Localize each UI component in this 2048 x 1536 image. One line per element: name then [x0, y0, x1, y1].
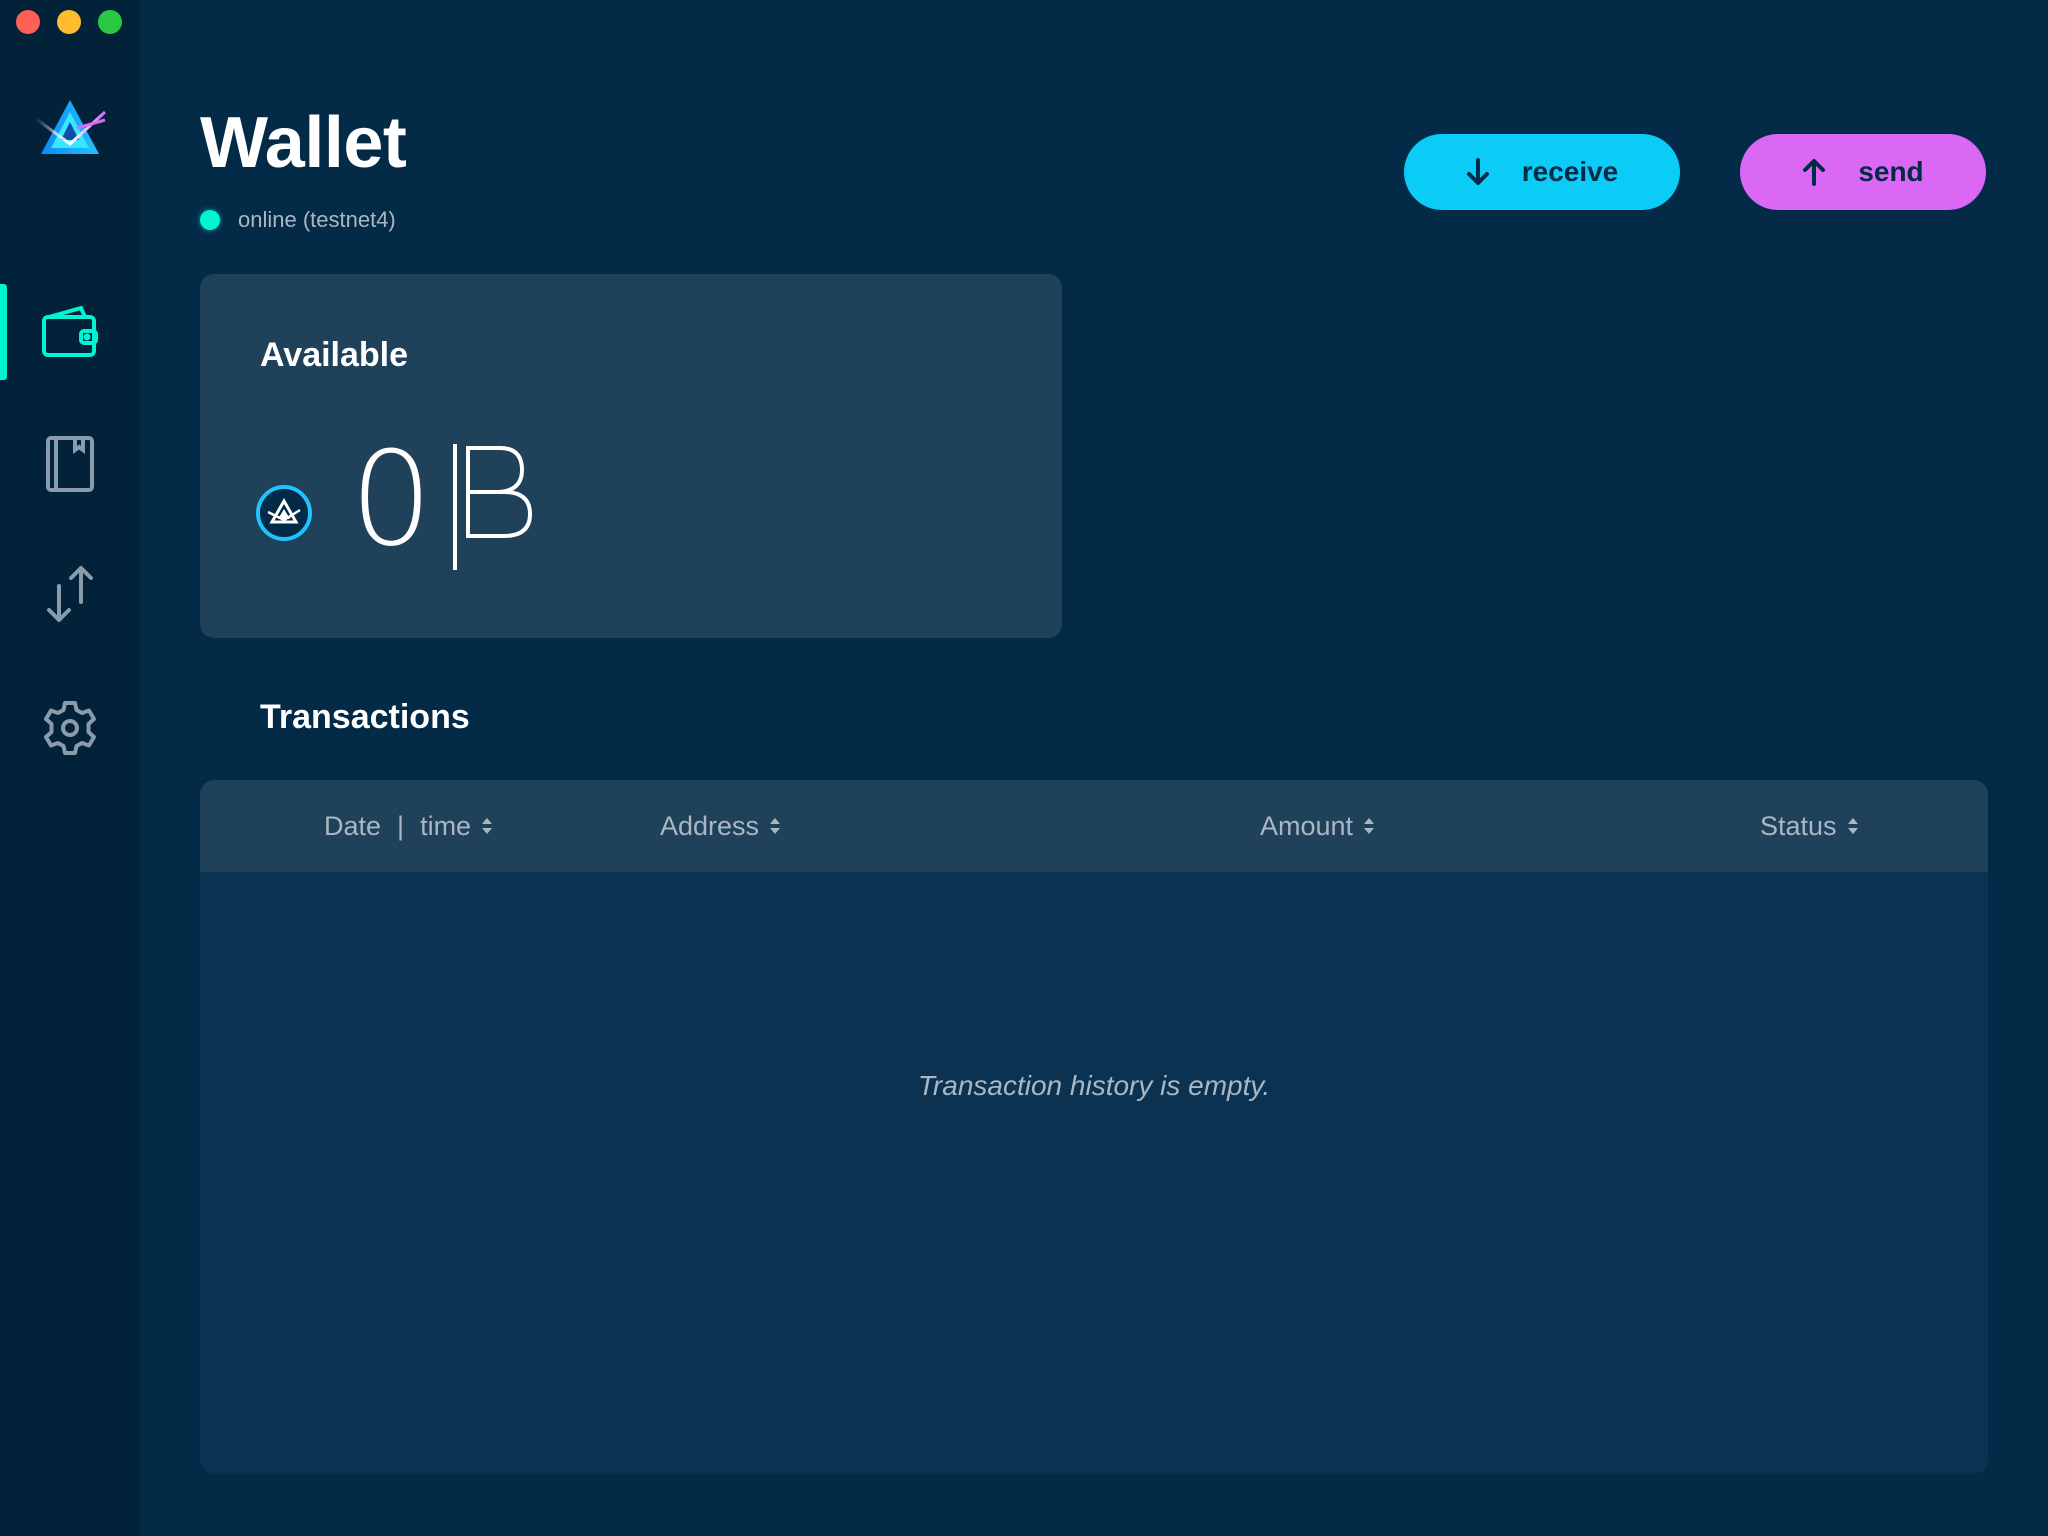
transfer-arrows-icon — [47, 566, 93, 622]
empty-state-message: Transaction history is empty. — [917, 1070, 1271, 1101]
status-text: online (testnet4) — [238, 207, 396, 232]
column-label-date: Date — [324, 810, 382, 841]
receive-button[interactable]: receive — [1404, 134, 1680, 210]
column-label-status: Status — [1760, 810, 1837, 841]
sort-icon — [1364, 818, 1375, 834]
sidebar — [0, 0, 140, 1536]
receive-button-label: receive — [1521, 156, 1619, 187]
transactions-table: Date | time Address Amount Status Transa… — [200, 780, 1988, 1474]
wallet-icon — [42, 305, 98, 357]
column-label-time: time — [420, 810, 472, 841]
arrow-down-icon — [1466, 158, 1489, 185]
column-label-amount: Amount — [1260, 810, 1354, 841]
sidebar-item-addresses[interactable] — [0, 416, 140, 512]
status-indicator-dot — [200, 210, 220, 230]
beam-logo — [34, 100, 107, 154]
sort-icon — [482, 818, 493, 834]
page-title: Wallet — [200, 103, 407, 183]
gear-icon — [44, 701, 96, 755]
address-book-icon — [46, 436, 94, 492]
table-header: Date | time Address Amount Status — [200, 780, 1988, 872]
window-maximize-button[interactable] — [98, 10, 122, 34]
sort-icon — [1847, 818, 1858, 834]
beam-coin-icon — [256, 485, 312, 541]
sidebar-item-wallet[interactable] — [0, 284, 140, 380]
send-button[interactable]: send — [1740, 134, 1986, 210]
window-close-button[interactable] — [16, 10, 40, 34]
available-balance-card: Available 0 — [200, 274, 1062, 638]
column-header-amount[interactable]: Amount — [1260, 780, 1375, 872]
sidebar-item-utxo[interactable] — [0, 546, 140, 642]
window-minimize-button[interactable] — [57, 10, 81, 34]
column-label-separator: | — [397, 810, 405, 841]
arrow-up-icon — [1803, 159, 1826, 186]
send-button-label: send — [1858, 156, 1924, 187]
balance-amount: 0 — [350, 423, 435, 575]
sort-icon — [770, 818, 781, 834]
window-controls — [16, 10, 122, 34]
column-header-address[interactable]: Address — [660, 780, 781, 872]
network-status: online (testnet4) — [200, 207, 396, 233]
sidebar-item-settings[interactable] — [0, 680, 140, 776]
column-header-date[interactable]: Date | time — [324, 780, 493, 872]
transactions-title: Transactions — [260, 698, 470, 736]
column-header-status[interactable]: Status — [1760, 780, 1859, 872]
available-title: Available — [260, 336, 409, 374]
beam-symbol-icon — [453, 444, 533, 570]
column-label-address: Address — [660, 810, 760, 841]
